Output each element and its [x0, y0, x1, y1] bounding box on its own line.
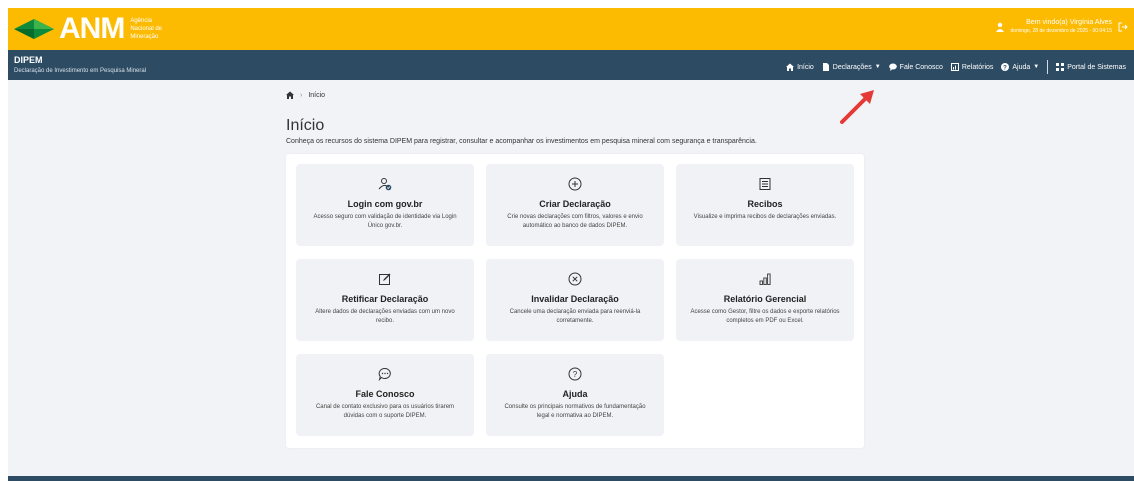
svg-text:?: ? [573, 370, 578, 379]
agency-name: Agência Nacional de Mineração [130, 18, 163, 40]
card-login-govbr[interactable]: Login com gov.br Acesso seguro com valid… [296, 164, 474, 246]
svg-text:?: ? [1004, 66, 1008, 72]
report-icon [950, 63, 959, 71]
card-title: Invalidar Declaração [531, 294, 619, 304]
system-navbar: DIPEM Declaração de Investimento em Pesq… [8, 50, 1134, 80]
card-description: Canal de contato exclusivo para os usuár… [315, 404, 455, 419]
annotation-arrow-icon [840, 90, 874, 124]
current-date: domingo, 28 de dezembro de 2025 - 00:04:… [1010, 28, 1112, 34]
card-description: Cancele uma declaração enviada para reen… [509, 309, 641, 324]
chevron-down-icon: ▼ [874, 64, 881, 70]
edit-icon [379, 273, 391, 285]
system-subtitle: Declaração de Investimento em Pesquisa M… [14, 68, 147, 74]
card-title: Criar Declaração [539, 199, 611, 209]
breadcrumb-current: Início [308, 91, 326, 99]
page-description: Conheça os recursos do sistema DIPEM par… [286, 138, 757, 145]
bar-chart-icon [759, 273, 771, 285]
card-title: Login com gov.br [347, 199, 423, 209]
card-title: Retificar Declaração [341, 294, 429, 304]
nav-divider [1047, 60, 1049, 74]
logout-icon[interactable] [1118, 22, 1128, 32]
footer-bar [8, 476, 1134, 481]
anm-logo-icon [14, 19, 54, 39]
card-retificar-declaracao[interactable]: Retificar Declaração Altere dados de dec… [296, 259, 474, 341]
chat-icon [378, 367, 391, 381]
gov-header: ANM Agência Nacional de Mineração Bem vi… [8, 8, 1134, 50]
nav-relatorios[interactable]: Relatórios [950, 63, 993, 71]
card-description: Acesso seguro com validação de identidad… [313, 214, 457, 229]
browser-viewport: ANM Agência Nacional de Mineração Bem vi… [8, 8, 1134, 481]
nav-inicio[interactable]: Início [786, 63, 814, 71]
receipt-icon [759, 178, 771, 190]
system-title[interactable]: DIPEM [14, 55, 43, 65]
nav-ajuda[interactable]: ? Ajuda ▼ [1001, 63, 1039, 71]
nav-declaracoes[interactable]: Declarações ▼ [822, 63, 881, 71]
card-invalidar-declaracao[interactable]: Invalidar Declaração Cancele uma declara… [486, 259, 664, 341]
card-recibos[interactable]: Recibos Visualize e imprima recibos de d… [676, 164, 854, 246]
card-description: Visualize e imprima recibos de declaraçõ… [693, 214, 837, 220]
user-check-icon [378, 178, 392, 191]
logo-text: ANM [59, 12, 125, 45]
card-description: Acesse como Gestor, filtre os dados e ex… [690, 309, 840, 324]
card-relatorio-gerencial[interactable]: Relatório Gerencial Acesse como Gestor, … [676, 259, 854, 341]
card-title: Relatório Gerencial [723, 294, 807, 304]
chat-bubble-icon [888, 63, 897, 71]
user-greeting: Bem vindo(a) Virgínia Alves [1026, 19, 1112, 26]
help-circle-icon: ? [568, 367, 582, 381]
nav-portal-sistemas[interactable]: Portal de Sistemas [1056, 63, 1126, 71]
card-fale-conosco[interactable]: Fale Conosco Canal de contato exclusivo … [296, 354, 474, 436]
plus-circle-icon [568, 177, 582, 191]
grid-icon [1056, 63, 1065, 71]
card-description: Consulte os principais normativos de fun… [504, 404, 646, 419]
features-panel: Login com gov.br Acesso seguro com valid… [286, 154, 864, 448]
breadcrumb-separator: › [300, 91, 303, 99]
chevron-down-icon: ▼ [1033, 64, 1040, 70]
document-icon [822, 63, 829, 71]
page-title: Início [286, 117, 325, 134]
card-ajuda[interactable]: ? Ajuda Consulte os principais normativo… [486, 354, 664, 436]
card-description: Altere dados de declarações enviadas com… [315, 309, 455, 324]
x-circle-icon [568, 272, 582, 286]
breadcrumb: › Início [286, 91, 325, 99]
card-description: Crie novas declarações com filtros, valo… [507, 214, 643, 229]
nav-fale-conosco[interactable]: Fale Conosco [888, 63, 943, 71]
home-icon [786, 63, 795, 71]
home-icon[interactable] [286, 91, 294, 99]
card-title: Recibos [747, 199, 783, 209]
user-info: Bem vindo(a) Virgínia Alves domingo, 28 … [995, 19, 1128, 35]
anm-logo[interactable]: ANM Agência Nacional de Mineração [12, 14, 190, 44]
help-icon: ? [1001, 63, 1010, 72]
card-title: Fale Conosco [355, 389, 415, 399]
user-icon [995, 22, 1004, 32]
card-criar-declaracao[interactable]: Criar Declaração Crie novas declarações … [486, 164, 664, 246]
main-nav: Início Declarações ▼ Fale Conosco Relató… [778, 60, 1126, 74]
card-title: Ajuda [562, 389, 588, 399]
